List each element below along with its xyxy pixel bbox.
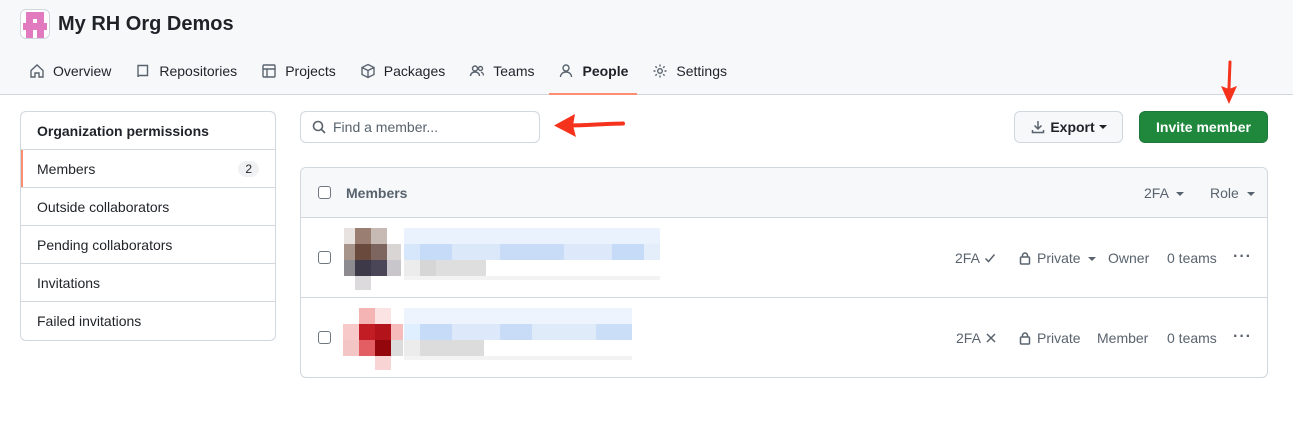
x-icon xyxy=(986,333,996,343)
tab-projects[interactable]: Projects xyxy=(252,56,345,86)
person-icon xyxy=(560,64,573,78)
sidebar-item-label: Invitations xyxy=(37,274,101,291)
lock-icon xyxy=(1019,332,1031,345)
org-name[interactable]: My RH Org Demos xyxy=(58,13,234,36)
sidebar-item-label: Members xyxy=(37,160,96,177)
sidebar-item-members[interactable]: Members 2 xyxy=(21,150,275,188)
annotation-arrow-down-icon xyxy=(1221,60,1237,104)
check-icon xyxy=(985,254,996,263)
download-icon xyxy=(1032,121,1045,134)
members-table: Members 2FA Role 2FA Private Owner 0 tea… xyxy=(300,167,1268,378)
chevron-down-icon xyxy=(1176,192,1185,197)
twofa-status: 2FA xyxy=(956,330,998,346)
member-search-box[interactable] xyxy=(300,111,540,143)
row-checkbox[interactable] xyxy=(318,251,331,264)
member-teams[interactable]: 0 teams xyxy=(1167,330,1217,346)
twofa-label: 2FA xyxy=(955,250,980,266)
tab-label: Repositories xyxy=(159,63,238,79)
org-avatar[interactable] xyxy=(20,9,50,39)
avatar[interactable] xyxy=(344,228,401,290)
visibility-label: Private xyxy=(1037,250,1081,266)
twofa-filter-label: 2FA xyxy=(1144,185,1169,201)
tab-label: Packages xyxy=(383,63,446,79)
sidebar-item-label: Pending collaborators xyxy=(37,236,173,253)
package-icon xyxy=(361,63,375,79)
tab-settings[interactable]: Settings xyxy=(643,56,736,86)
row-checkbox[interactable] xyxy=(318,331,331,344)
org-nav: Overview Repositories Projects Packages … xyxy=(20,56,742,95)
sidebar-item-label: Outside collaborators xyxy=(37,198,170,215)
sidebar-item-outside-collaborators[interactable]: Outside collaborators xyxy=(21,188,275,226)
table-row: 2FA Private Member 0 teams ··· xyxy=(301,298,1267,377)
members-count-badge: 2 xyxy=(238,160,259,177)
member-search-input[interactable] xyxy=(333,119,523,135)
members-table-header: Members 2FA Role xyxy=(301,168,1267,218)
sidebar-item-pending-collaborators[interactable]: Pending collaborators xyxy=(21,226,275,264)
export-button[interactable]: Export xyxy=(1014,111,1123,143)
table-row: 2FA Private Owner 0 teams ··· xyxy=(301,218,1267,298)
lock-icon xyxy=(1019,252,1031,265)
permissions-sidebar: Organization permissions Members 2 Outsi… xyxy=(20,111,276,341)
members-table-title: Members xyxy=(346,185,408,201)
org-identity: My RH Org Demos xyxy=(20,9,234,39)
invite-member-button[interactable]: Invite member xyxy=(1139,111,1268,143)
tab-label: Teams xyxy=(493,63,535,79)
visibility-label-static: Private xyxy=(1018,330,1081,346)
search-icon xyxy=(312,120,326,134)
sidebar-heading: Organization permissions xyxy=(21,112,275,150)
tab-teams[interactable]: Teams xyxy=(460,56,543,86)
visibility-dropdown[interactable]: Private xyxy=(1018,250,1097,266)
repo-icon xyxy=(137,64,149,78)
tab-label: Projects xyxy=(285,63,336,79)
chevron-down-icon xyxy=(1098,125,1107,129)
tab-overview[interactable]: Overview xyxy=(20,56,120,86)
member-name-blurred[interactable] xyxy=(404,228,664,280)
twofa-filter[interactable]: 2FA xyxy=(1144,185,1185,201)
gear-icon xyxy=(653,64,667,78)
org-header: My RH Org Demos Overview Repositories Pr… xyxy=(0,0,1293,95)
home-icon xyxy=(30,64,44,78)
select-all-checkbox[interactable] xyxy=(318,186,331,199)
member-role[interactable]: Owner xyxy=(1108,250,1149,266)
twofa-label: 2FA xyxy=(956,330,981,346)
table-icon xyxy=(262,64,276,78)
tab-label: People xyxy=(582,63,629,79)
chevron-down-icon xyxy=(1246,192,1255,197)
avatar[interactable] xyxy=(343,308,403,370)
tab-repositories[interactable]: Repositories xyxy=(126,56,246,86)
member-name-blurred[interactable] xyxy=(404,308,636,360)
tab-people[interactable]: People xyxy=(549,56,638,95)
twofa-status: 2FA xyxy=(955,250,997,266)
member-teams[interactable]: 0 teams xyxy=(1167,250,1217,266)
chevron-down-icon xyxy=(1088,257,1097,262)
sidebar-item-label: Failed invitations xyxy=(37,313,142,329)
people-icon xyxy=(470,65,485,77)
member-role[interactable]: Member xyxy=(1097,330,1148,346)
tab-label: Overview xyxy=(53,63,112,79)
visibility-label: Private xyxy=(1037,330,1081,346)
sidebar-item-invitations[interactable]: Invitations xyxy=(21,264,275,302)
tab-label: Settings xyxy=(676,63,727,79)
export-label: Export xyxy=(1050,119,1095,135)
sidebar-item-failed-invitations[interactable]: Failed invitations xyxy=(21,302,275,340)
role-filter-label: Role xyxy=(1210,185,1239,201)
tab-packages[interactable]: Packages xyxy=(351,56,454,86)
kebab-menu-icon[interactable]: ··· xyxy=(1233,248,1252,266)
role-filter[interactable]: Role xyxy=(1210,185,1255,201)
annotation-arrow-left-icon xyxy=(554,114,625,137)
kebab-menu-icon[interactable]: ··· xyxy=(1233,328,1252,346)
